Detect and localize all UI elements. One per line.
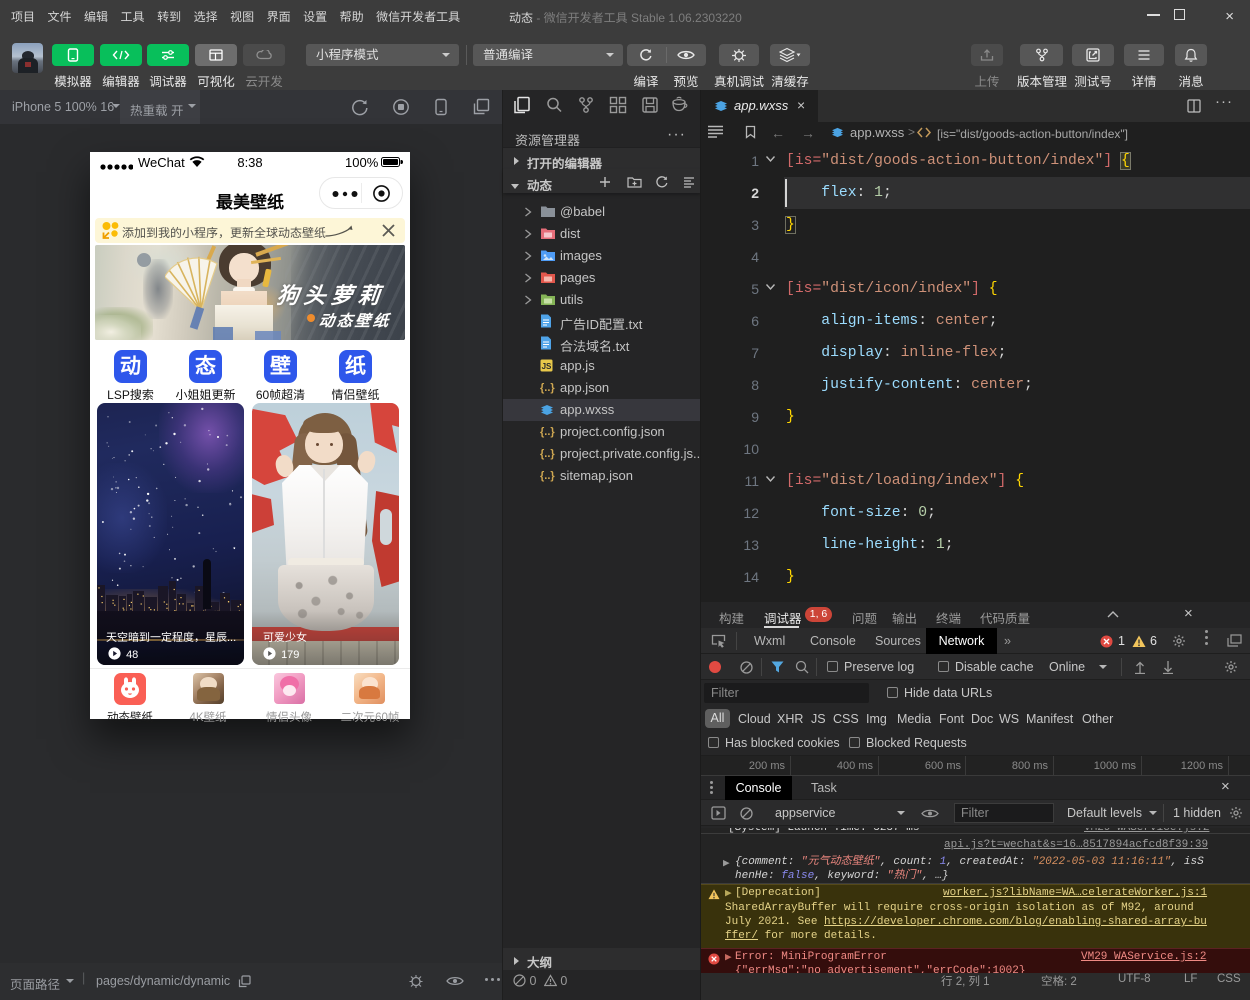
svg-text:JS: JS — [542, 362, 552, 371]
